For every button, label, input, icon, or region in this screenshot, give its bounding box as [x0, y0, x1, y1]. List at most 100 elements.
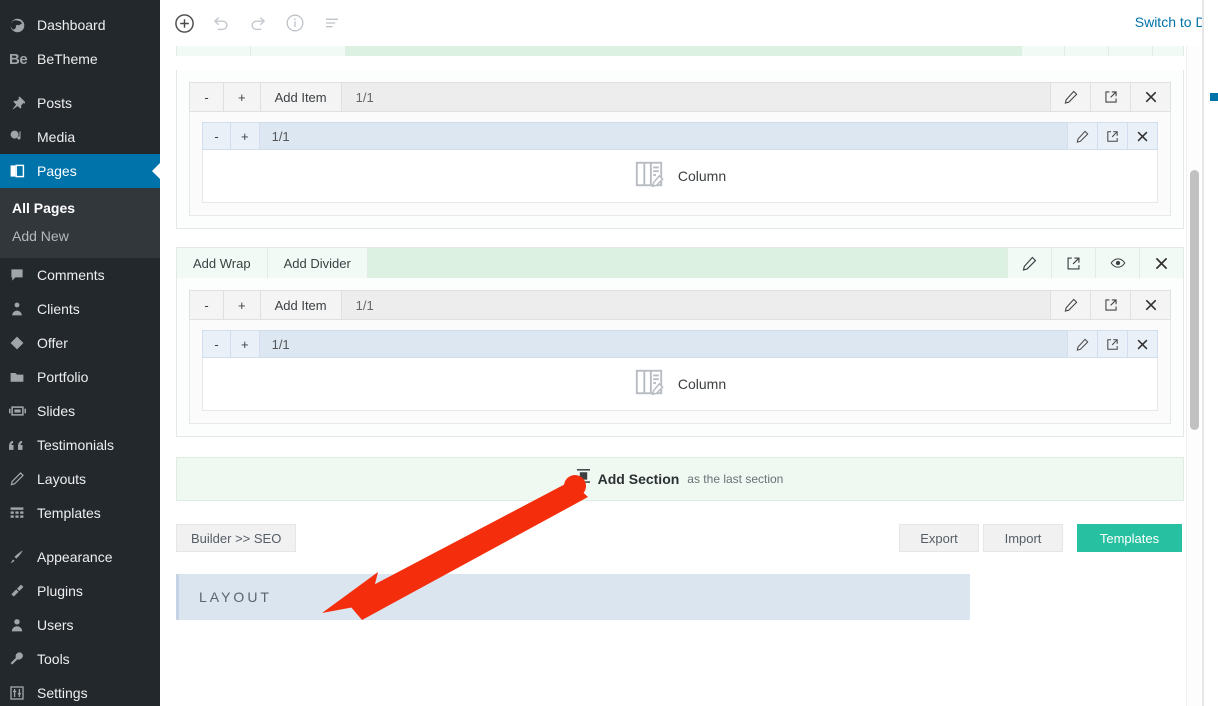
sidebar-item-media[interactable]: Media — [0, 120, 160, 154]
sidebar-item-settings[interactable]: Settings — [0, 676, 160, 706]
section-close-icon[interactable] — [1139, 248, 1183, 278]
item-body-column[interactable]: Column — [202, 150, 1158, 203]
layout-panel: LAYOUT — [176, 574, 970, 620]
sidebar-item-slides[interactable]: Slides — [0, 394, 160, 428]
sidebar-item-comments[interactable]: Comments — [0, 258, 160, 292]
wrap-expand-button[interactable]: + — [224, 83, 261, 111]
item-edit-icon[interactable] — [1067, 331, 1097, 357]
sidebar-item-clients[interactable]: Clients — [0, 292, 160, 326]
info-icon[interactable] — [283, 11, 307, 35]
item-expand-button[interactable]: + — [231, 331, 260, 357]
toolbar-icon-group — [160, 11, 344, 35]
item-close-icon[interactable] — [1127, 123, 1157, 149]
sidebar-subitem-add-new[interactable]: Add New — [0, 222, 160, 250]
section-visibility-eye-icon[interactable] — [1095, 248, 1139, 278]
sliders-icon — [9, 683, 33, 703]
sidebar-item-tools[interactable]: Tools — [0, 642, 160, 676]
sidebar-submenu-pages: All Pages Add New — [0, 188, 160, 258]
templates-button[interactable]: Templates — [1077, 524, 1182, 552]
builder-toolbar: Switch to Dra — [160, 0, 1218, 46]
item-collapse-button[interactable]: - — [203, 331, 231, 357]
plug-icon — [9, 581, 33, 601]
sidebar-item-dashboard[interactable]: Dashboard — [0, 8, 160, 42]
import-button[interactable]: Import — [983, 524, 1063, 552]
builder-seo-button[interactable]: Builder >> SEO — [176, 524, 297, 552]
layout-panel-title: LAYOUT — [199, 589, 272, 605]
page-root: Dashboard Be BeTheme Posts Media Pages A… — [0, 0, 1218, 706]
wrap-edit-icon[interactable] — [1050, 291, 1090, 319]
wrap-close-icon[interactable] — [1130, 83, 1170, 111]
wrap-export-icon[interactable] — [1090, 291, 1130, 319]
sidebar-item-plugins[interactable]: Plugins — [0, 574, 160, 608]
sidebar-item-layouts[interactable]: Layouts — [0, 462, 160, 496]
add-section-sublabel: as the last section — [687, 472, 784, 486]
item-body-column[interactable]: Column — [202, 358, 1158, 411]
wrap-collapse-button[interactable]: - — [190, 291, 224, 319]
sidebar-item-label: Testimonials — [37, 437, 115, 453]
wrap-close-icon[interactable] — [1130, 291, 1170, 319]
add-circle-icon[interactable] — [172, 11, 196, 35]
column-icon — [634, 159, 664, 194]
item-expand-button[interactable]: + — [231, 123, 260, 149]
sidebar-item-appearance[interactable]: Appearance — [0, 540, 160, 574]
betheme-logo-icon: Be — [9, 50, 28, 68]
wrap-ratio-label: 1/1 — [355, 297, 374, 313]
sidebar-item-label: Layouts — [37, 471, 87, 487]
sidebar-item-users[interactable]: Users — [0, 608, 160, 642]
pencil-icon — [9, 469, 33, 489]
item-row: - + 1/1 — [202, 122, 1158, 150]
wrap-expand-button[interactable]: + — [224, 291, 261, 319]
wrap-body: - + 1/1 Column — [189, 320, 1171, 424]
sidebar-item-posts[interactable]: Posts — [0, 86, 160, 120]
sidebar-item-label: Plugins — [37, 583, 83, 599]
sidebar-item-portfolio[interactable]: Portfolio — [0, 360, 160, 394]
sidebar-item-pages[interactable]: Pages — [0, 154, 160, 188]
sidebar-item-testimonials[interactable]: Testimonials — [0, 428, 160, 462]
pin-icon — [9, 93, 33, 113]
sidebar-item-templates[interactable]: Templates — [0, 496, 160, 530]
wrap-ratio-label: 1/1 — [355, 89, 374, 105]
wrap-edit-icon[interactable] — [1050, 83, 1090, 111]
offer-tag-icon — [9, 333, 33, 353]
add-section-strip[interactable]: Add Section as the last section — [176, 457, 1184, 501]
redo-icon[interactable] — [246, 11, 270, 35]
add-divider-button[interactable]: Add Divider — [267, 248, 368, 278]
quote-icon — [9, 435, 33, 455]
add-item-button[interactable]: Add Item — [260, 83, 342, 111]
add-section-label: Add Section — [597, 471, 680, 487]
sidebar-item-betheme[interactable]: Be BeTheme — [0, 42, 160, 76]
sidebar-item-label: BeTheme — [37, 51, 98, 67]
main-content: Switch to Dra - + Add Item 1/1 - + 1/1 C… — [160, 0, 1218, 706]
page-scrollbar[interactable] — [1203, 0, 1218, 706]
builder-canvas: - + Add Item 1/1 - + 1/1 Column Add Wrap… — [160, 46, 1200, 706]
list-icon[interactable] — [320, 11, 344, 35]
export-button[interactable]: Export — [899, 524, 979, 552]
item-export-icon[interactable] — [1097, 331, 1127, 357]
item-close-icon[interactable] — [1127, 331, 1157, 357]
brush-icon — [9, 547, 33, 567]
column-label: Column — [677, 168, 727, 184]
user-icon — [9, 615, 33, 635]
partial-section-bar-top — [176, 46, 1184, 56]
add-wrap-button[interactable]: Add Wrap — [177, 248, 268, 278]
sidebar-item-offer[interactable]: Offer — [0, 326, 160, 360]
item-collapse-button[interactable]: - — [203, 123, 231, 149]
wrap-collapse-button[interactable]: - — [190, 83, 224, 111]
sidebar-item-label: Offer — [37, 335, 68, 351]
item-edit-icon[interactable] — [1067, 123, 1097, 149]
item-export-icon[interactable] — [1097, 123, 1127, 149]
add-section-icon — [576, 469, 590, 489]
undo-icon[interactable] — [209, 11, 233, 35]
section-edit-icon[interactable] — [1007, 248, 1051, 278]
sidebar-subitem-all-pages[interactable]: All Pages — [0, 194, 160, 222]
sidebar-item-label: Posts — [37, 95, 73, 111]
media-icon — [9, 127, 33, 147]
sidebar-item-label: Comments — [37, 267, 105, 283]
wrap-export-icon[interactable] — [1090, 83, 1130, 111]
comment-icon — [9, 265, 33, 285]
section-export-icon[interactable] — [1051, 248, 1095, 278]
add-item-button[interactable]: Add Item — [260, 291, 342, 319]
column-label: Column — [677, 376, 727, 392]
sidebar-item-label: Clients — [37, 301, 80, 317]
inner-scrollbar-thumb[interactable] — [1190, 170, 1199, 430]
